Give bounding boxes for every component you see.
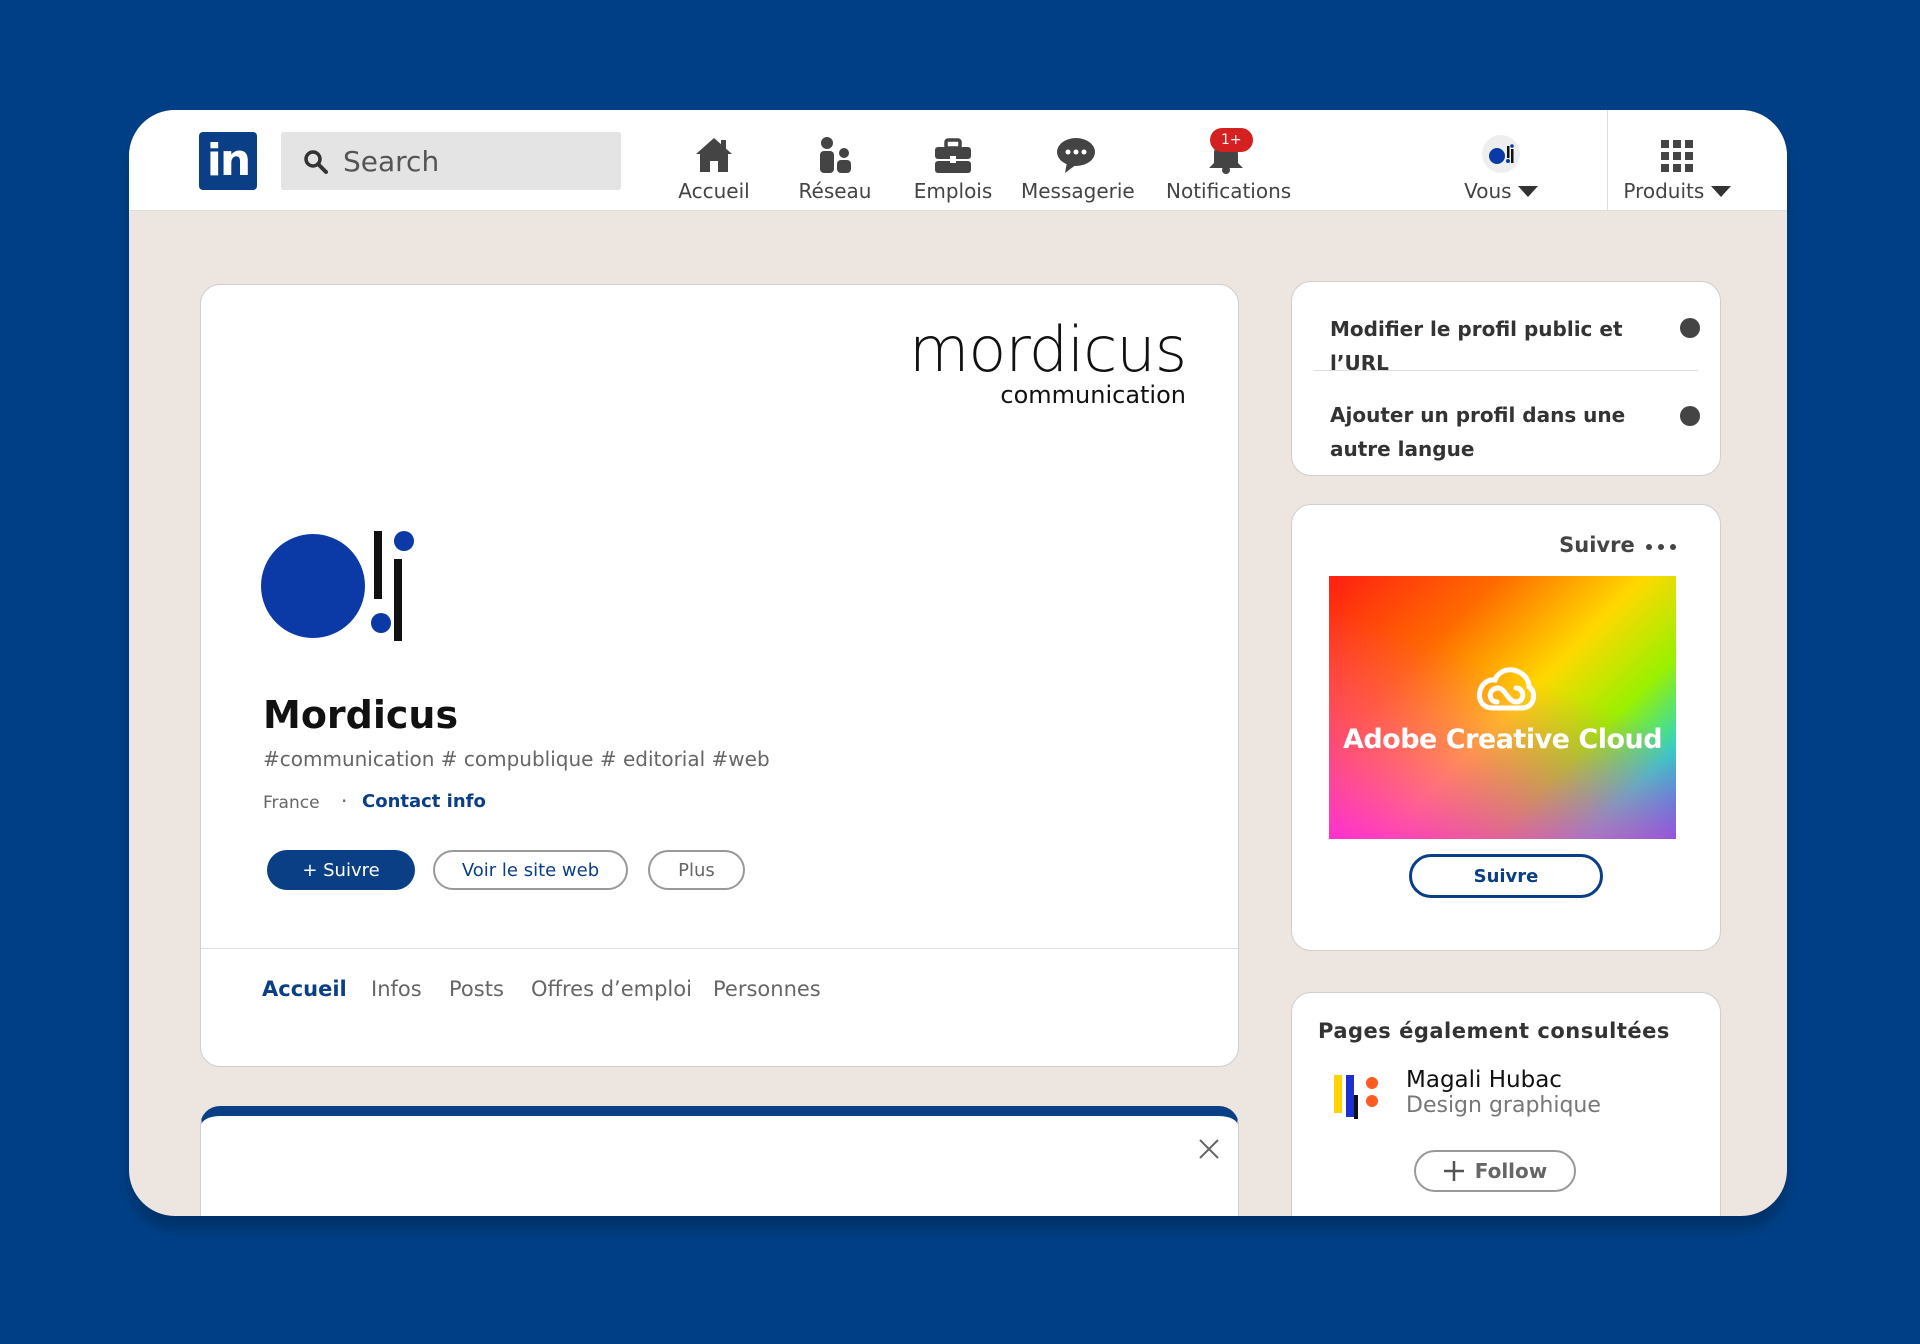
- status-dot: [1680, 318, 1700, 338]
- ad-header: Suivre: [1559, 533, 1678, 557]
- magali-hubac-logo[interactable]: [1332, 1071, 1384, 1121]
- wordmark-text: mordicus: [909, 313, 1187, 386]
- home-icon: [696, 138, 732, 172]
- tabs-divider: [201, 948, 1238, 949]
- nav-label: Réseau: [798, 179, 872, 203]
- status-dot: [1680, 406, 1700, 426]
- company-header-card: mordicus communication Mordicus #communi…: [200, 284, 1239, 1067]
- nav-products[interactable]: Produits: [1622, 130, 1732, 203]
- visit-website-button[interactable]: Voir le site web: [433, 850, 628, 890]
- close-icon[interactable]: [1198, 1138, 1220, 1160]
- nav-label: Accueil: [678, 179, 750, 203]
- follow-button[interactable]: + Suivre: [267, 850, 415, 890]
- add-language-profile-link[interactable]: Ajouter un profil dans une autre langue: [1330, 398, 1670, 466]
- page-subtitle: Design graphique: [1406, 1093, 1601, 1118]
- search-icon: [304, 150, 328, 174]
- tab-people[interactable]: Personnes: [713, 977, 821, 1001]
- company-location: France: [263, 793, 320, 813]
- briefcase-icon: [935, 138, 971, 173]
- app-window: in Accueil: [129, 110, 1787, 1216]
- nav-home[interactable]: Accueil: [674, 130, 754, 203]
- caret-down-icon: [1517, 186, 1538, 197]
- chat-icon: [1057, 138, 1095, 173]
- settings-divider: [1314, 370, 1698, 371]
- grid-icon: [1661, 140, 1693, 172]
- nav-label: Emplois: [913, 179, 993, 203]
- profile-settings-card: Modifier le profil public et l’URL Ajout…: [1291, 281, 1721, 476]
- search-box[interactable]: [281, 132, 621, 190]
- page-name[interactable]: Magali Hubac: [1406, 1067, 1562, 1093]
- contact-info-link[interactable]: Contact info: [362, 791, 486, 812]
- nav-messaging[interactable]: Messagerie: [1021, 130, 1135, 203]
- tab-home[interactable]: Accueil: [262, 977, 347, 1001]
- nav-label: Vous: [1464, 179, 1512, 203]
- separator-dot: ·: [341, 789, 348, 813]
- company-name: Mordicus: [263, 693, 459, 737]
- avatar: [1482, 135, 1520, 173]
- nav-jobs[interactable]: Emplois: [913, 130, 993, 203]
- creative-cloud-icon: [1476, 667, 1537, 711]
- nav-me-label-row: Vous: [1461, 179, 1541, 203]
- ad-follow-button[interactable]: Suivre: [1409, 854, 1603, 898]
- follow-label: Follow: [1474, 1159, 1548, 1183]
- caret-down-icon: [1710, 186, 1731, 197]
- more-button[interactable]: Plus: [648, 850, 745, 890]
- notification-badge: 1+: [1210, 128, 1253, 152]
- ad-card: Suivre Adobe Creative Cloud Suivre: [1291, 504, 1721, 951]
- also-viewed-card: Pages également consultées Magali Hubac …: [1291, 992, 1721, 1216]
- ad-brand-text: Adobe Creative Cloud: [1342, 724, 1663, 755]
- network-icon: [820, 137, 851, 173]
- plus-icon: [1443, 1161, 1464, 1181]
- nav-products-label-row: Produits: [1622, 179, 1732, 203]
- also-viewed-title: Pages également consultées: [1318, 1019, 1670, 1043]
- secondary-card: [200, 1106, 1239, 1216]
- company-tags: #communication # compublique # editorial…: [263, 747, 770, 771]
- nav-network[interactable]: Réseau: [795, 130, 875, 203]
- linkedin-logo[interactable]: in: [199, 132, 257, 190]
- nav-divider: [1607, 110, 1608, 210]
- nav-label: Messagerie: [1021, 179, 1135, 203]
- follow-page-button[interactable]: Follow: [1414, 1150, 1576, 1192]
- top-navigation-bar: in Accueil: [129, 110, 1787, 211]
- search-input[interactable]: [341, 144, 605, 179]
- company-logo[interactable]: [261, 531, 421, 641]
- ad-header-label: Suivre: [1559, 533, 1635, 557]
- nav-me[interactable]: Vous: [1461, 130, 1541, 203]
- more-options-icon[interactable]: [1644, 542, 1678, 552]
- nav-label: Notifications: [1166, 179, 1292, 203]
- tab-about[interactable]: Infos: [371, 977, 422, 1001]
- tab-posts[interactable]: Posts: [449, 977, 504, 1001]
- ad-image[interactable]: Adobe Creative Cloud: [1329, 576, 1676, 839]
- nav-label: Produits: [1623, 179, 1705, 203]
- company-wordmark: mordicus communication: [909, 313, 1187, 410]
- nav-notifications[interactable]: 1+ Notifications: [1166, 128, 1292, 203]
- tab-jobs[interactable]: Offres d’emploi: [531, 977, 692, 1001]
